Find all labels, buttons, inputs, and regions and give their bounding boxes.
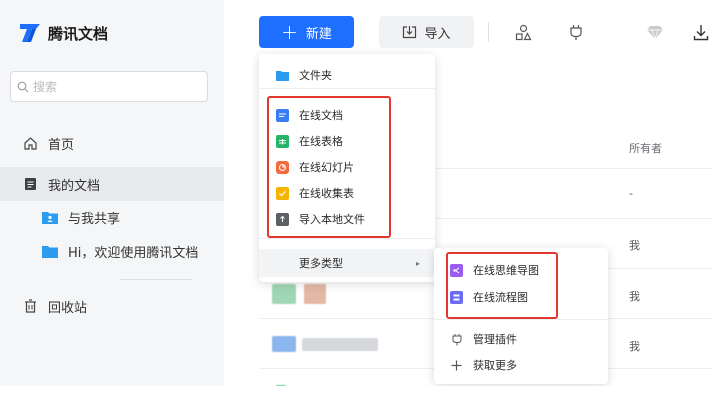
import-button[interactable]: 导入	[379, 16, 474, 48]
owner-cell: 我	[629, 290, 640, 303]
shapes-icon[interactable]	[513, 22, 533, 42]
plugin-icon[interactable]	[566, 22, 586, 42]
menu-item-more-types[interactable]: 更多类型 ▸	[259, 249, 435, 277]
sidebar-item-home[interactable]: 首页	[0, 126, 224, 160]
sidebar-item-label: 我的文档	[48, 178, 101, 194]
owner-cell: 我	[629, 239, 640, 252]
menu-item-label: 管理插件	[473, 333, 517, 346]
download-icon[interactable]	[691, 22, 711, 42]
diamond-icon[interactable]	[645, 22, 665, 42]
new-button-label: 新建	[305, 26, 332, 42]
new-button[interactable]: + 新建	[259, 16, 354, 48]
sidebar-item-label: Hi，欢迎使用腾讯文档	[68, 245, 199, 261]
highlight-box	[267, 96, 391, 238]
shared-folder-icon	[42, 212, 58, 224]
search-input[interactable]	[33, 79, 193, 94]
document-icon	[22, 176, 38, 192]
app-logo[interactable]: 腾讯文档	[18, 22, 108, 44]
tencent-docs-logo-icon	[20, 24, 40, 42]
bottom-strip	[0, 386, 712, 396]
blurred-file-thumbnail	[272, 284, 296, 304]
plus-icon: +	[281, 20, 298, 44]
sidebar-divider	[120, 279, 192, 280]
plus-icon	[450, 359, 463, 372]
home-icon	[22, 135, 38, 151]
folder-icon	[42, 246, 58, 258]
owner-cell: -	[629, 187, 633, 200]
search-icon	[17, 81, 29, 92]
blurred-file-name	[302, 338, 378, 351]
blurred-file-thumbnail	[272, 336, 296, 352]
owner-cell: 我	[629, 340, 640, 353]
trash-icon	[22, 298, 38, 314]
sidebar: 腾讯文档 首页 我的文档 与我共享 Hi，欢迎使用腾讯文档 回收站	[0, 0, 224, 386]
import-button-label: 导入	[424, 26, 451, 42]
owner-column-header: 所有者	[629, 142, 662, 155]
sidebar-item-trash[interactable]: 回收站	[0, 289, 224, 323]
app-name: 腾讯文档	[48, 24, 109, 43]
search-box[interactable]	[10, 71, 208, 102]
toolbar-divider	[488, 22, 489, 42]
sidebar-item-label: 与我共享	[68, 211, 121, 227]
blurred-file-thumbnail	[304, 284, 326, 304]
plugin-icon	[450, 333, 463, 346]
chevron-right-icon: ▸	[415, 258, 420, 268]
sidebar-item-welcome-folder[interactable]: Hi，欢迎使用腾讯文档	[0, 236, 224, 266]
sidebar-item-shared[interactable]: 与我共享	[0, 202, 224, 232]
menu-item-get-more[interactable]: 获取更多	[434, 352, 608, 378]
menu-item-manage-plugins[interactable]: 管理插件	[434, 326, 608, 352]
menu-divider	[434, 319, 608, 320]
sidebar-item-label: 首页	[48, 137, 75, 153]
menu-divider	[259, 88, 435, 89]
import-icon	[403, 26, 417, 39]
menu-item-folder[interactable]: 文件夹	[259, 62, 435, 88]
highlight-box	[446, 252, 558, 319]
menu-item-label: 文件夹	[299, 69, 332, 82]
sidebar-item-label: 回收站	[48, 300, 88, 316]
sidebar-item-my-docs[interactable]: 我的文档	[0, 167, 224, 201]
menu-item-label: 获取更多	[473, 359, 517, 372]
menu-divider	[259, 238, 435, 239]
folder-icon	[276, 70, 289, 81]
menu-item-label: 更多类型	[299, 257, 343, 270]
